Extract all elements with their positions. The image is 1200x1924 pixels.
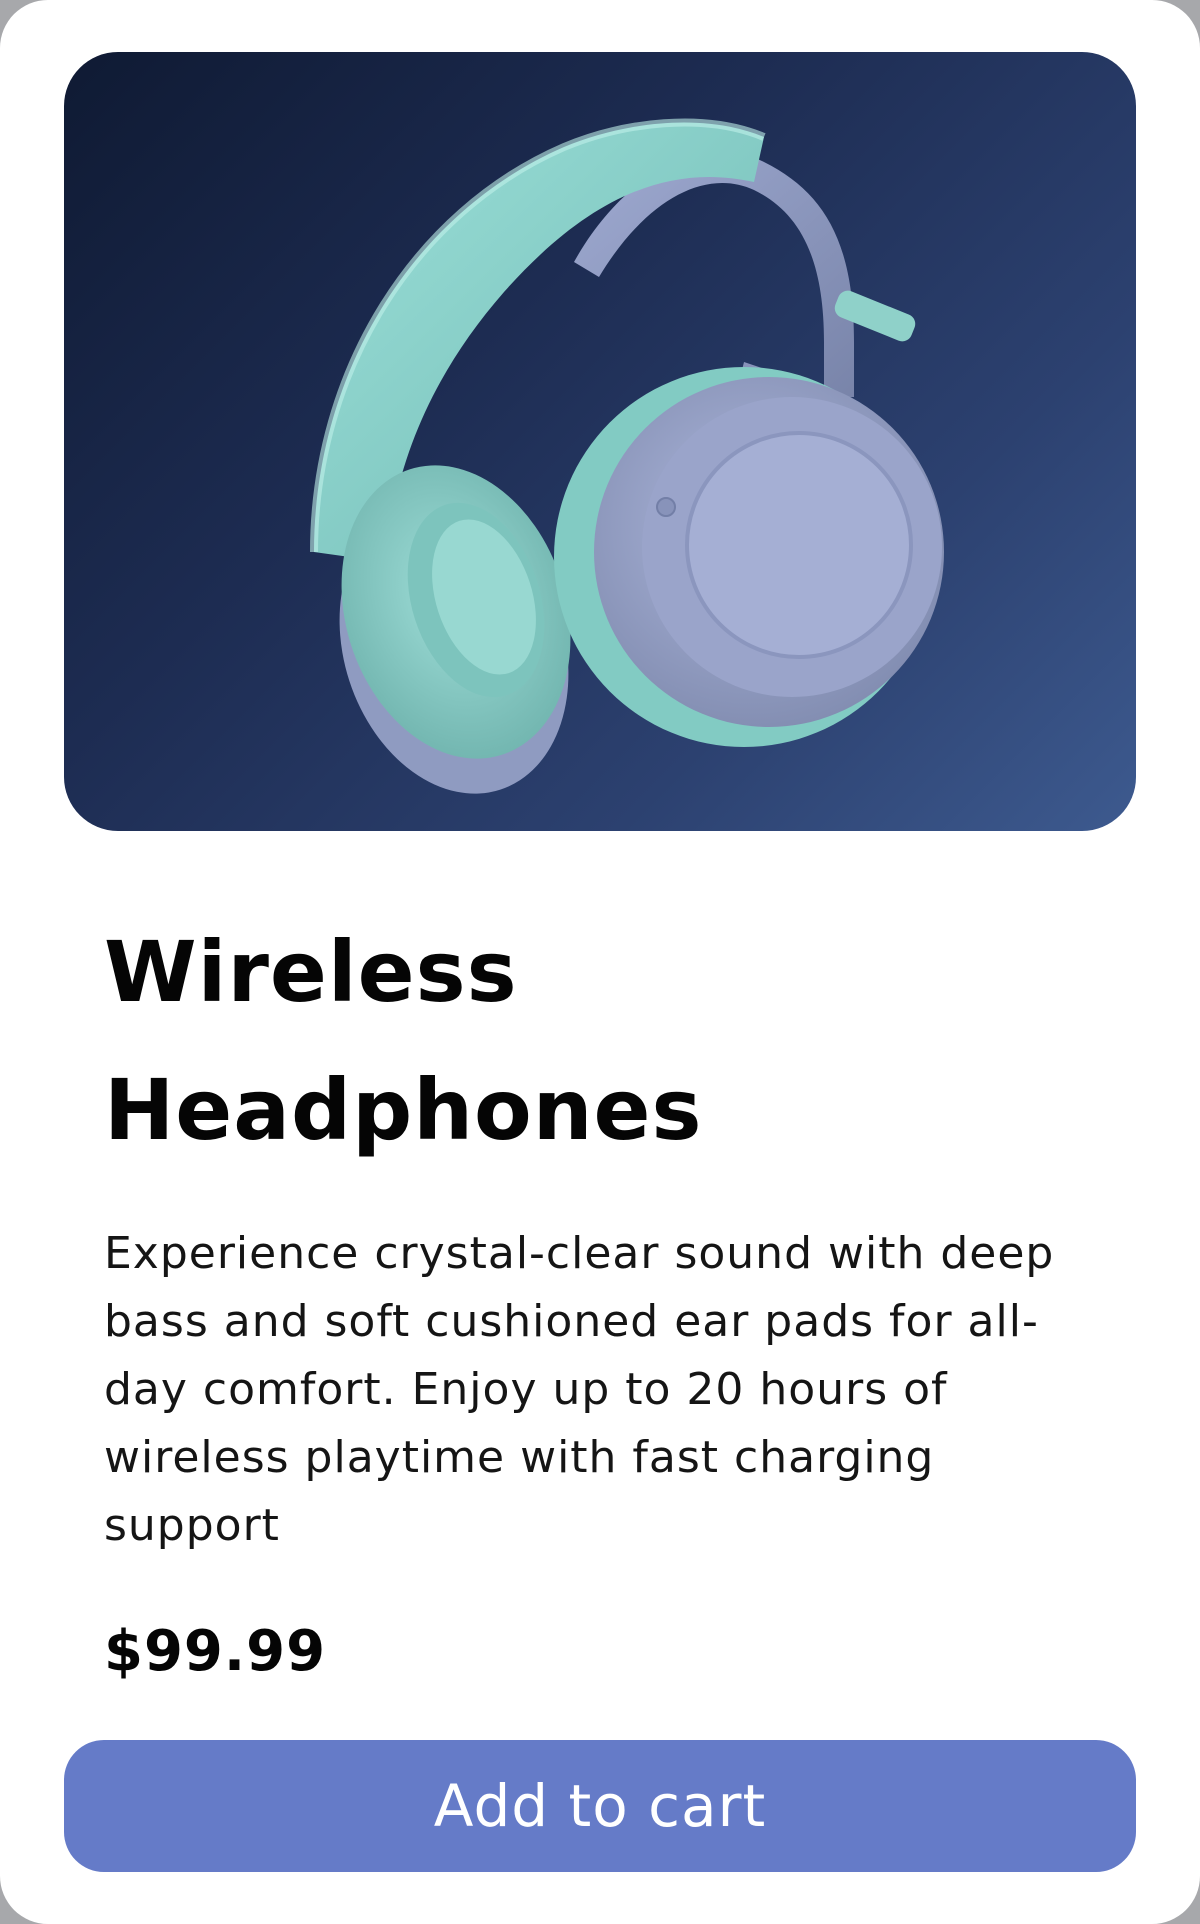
product-description: Experience crystal-clear sound with deep… <box>104 1228 1055 1551</box>
product-card: Wireless Headphones Experience crystal-c… <box>0 0 1200 1924</box>
product-title: Wireless Headphones <box>104 923 703 1159</box>
product-price: $99.99 <box>104 1619 327 1684</box>
add-to-cart-button[interactable]: Add to cart <box>64 1740 1136 1872</box>
headphones-icon <box>310 118 944 794</box>
product-image <box>64 52 1136 831</box>
